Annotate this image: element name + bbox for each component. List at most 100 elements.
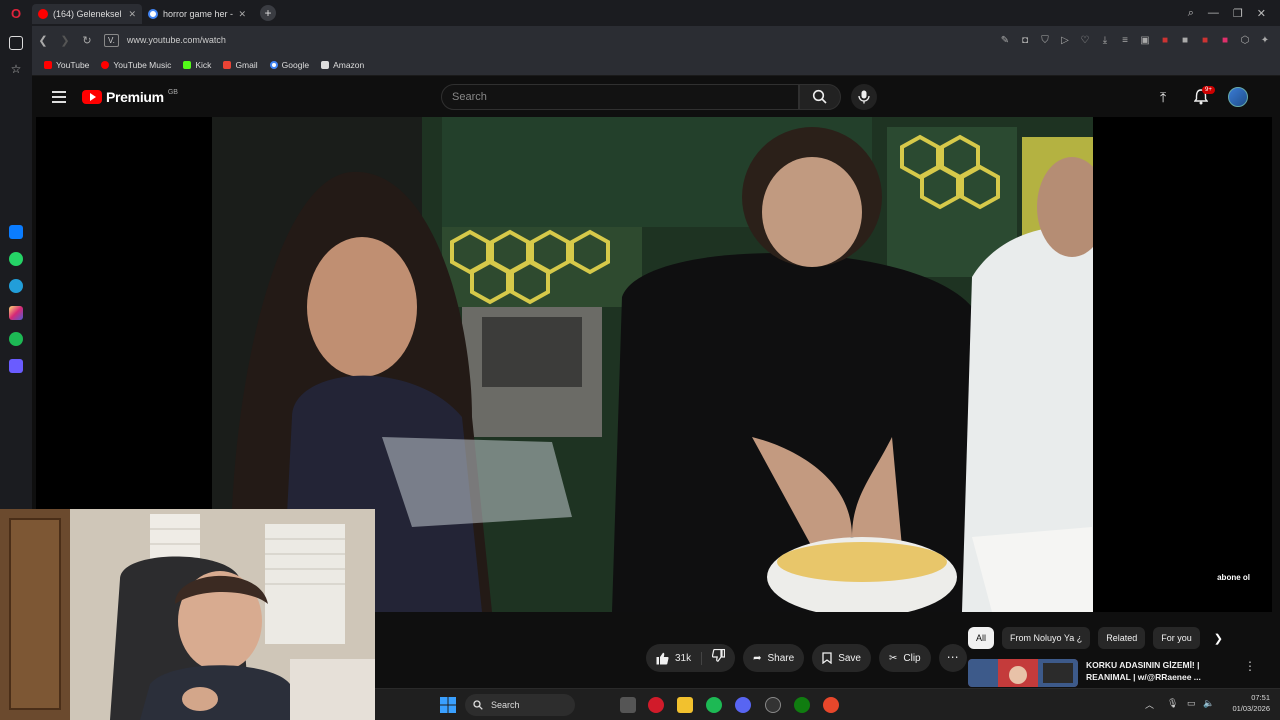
recommended-video-title[interactable]: KORKU ADASININ GİZEMİ! | REANIMAL | w/@R… [1086,659,1236,687]
opera-icon[interactable] [648,697,664,713]
url-field[interactable]: www.youtube.com/watch [127,35,1000,45]
like-button[interactable]: 31k [646,651,703,665]
menu-icon[interactable] [52,91,66,103]
camera-icon[interactable]: ◘ [1020,35,1030,46]
ai-icon[interactable]: ✦ [1260,35,1270,46]
chip-for-you[interactable]: For you [1153,627,1200,649]
more-options-icon[interactable]: ⋮ [1244,659,1256,687]
home-icon[interactable] [9,36,23,50]
messenger-icon[interactable] [9,225,23,239]
close-tab-icon[interactable]: ✕ [128,9,136,20]
spotify-icon[interactable] [706,697,722,713]
download-icon[interactable]: ⤓ [1100,35,1110,46]
like-dislike-group: 31k [646,644,736,672]
bookmark-youtube[interactable]: YouTube [44,60,89,70]
create-upload-icon[interactable]: ⤒ [1160,89,1166,106]
video-actions: 31k ➦ Share Save ✂ Clip ⋯ [646,643,967,673]
dislike-button[interactable] [702,648,735,667]
search-button[interactable] [799,84,841,110]
search-input[interactable]: Search [441,84,799,110]
xbox-icon[interactable] [794,697,810,713]
volume-icon[interactable]: 🔈 [1203,698,1214,709]
share-button[interactable]: ➦ Share [743,644,805,672]
extension-icon[interactable]: ■ [1160,35,1170,46]
youtube-logo[interactable]: Premium GB [82,89,178,105]
opera-logo-icon[interactable]: O [0,0,32,26]
recommended-video[interactable]: KORKU ADASININ GİZEMİ! | REANIMAL | w/@R… [968,659,1258,687]
spotify-icon[interactable] [9,332,23,346]
chevron-right-icon[interactable]: ❯ [1214,632,1223,645]
youtube-header: Premium GB Search ⤒ 9+ [36,77,1272,117]
search-tabs-icon[interactable]: ⌕ [1188,7,1194,20]
chip-from-channel[interactable]: From Noluyo Ya ¿ [1002,627,1091,649]
close-tab-icon[interactable]: ✕ [238,9,246,20]
thumbnail-image [968,659,1078,687]
steam-icon[interactable] [765,697,781,713]
bookmark-kick[interactable]: Kick [183,60,211,70]
thumbs-up-icon [656,652,669,664]
player-icon[interactable] [9,359,23,373]
whatsapp-icon[interactable] [9,252,23,266]
extension-icon[interactable]: ■ [1180,35,1190,46]
star-icon[interactable]: ☆ [9,62,23,76]
bookmark-youtube-music[interactable]: YouTube Music [101,60,171,70]
bookmark-amazon[interactable]: Amazon [321,60,364,70]
lock-icon[interactable]: ▣ [1140,35,1150,46]
country-code: GB [167,88,178,96]
kick-icon [183,60,192,69]
file-explorer-icon[interactable] [677,697,693,713]
voice-search-button[interactable] [851,84,877,110]
chip-related[interactable]: Related [1098,627,1146,649]
extension-icon[interactable]: ■ [1220,35,1230,46]
instagram-icon[interactable] [9,306,23,320]
minimize-icon[interactable]: — [1208,7,1219,19]
vpn-badge[interactable]: V. [104,33,119,47]
new-tab-button[interactable]: + [260,5,276,21]
chip-all[interactable]: All [968,627,995,649]
window-controls: ⌕ — ❐ ✕ [1188,0,1280,26]
account-avatar[interactable] [1228,87,1248,107]
address-bar: ❮ ❯ ↻ V. www.youtube.com/watch ✎ ◘ ⛉ ▷ ♡… [32,26,1280,54]
windows-logo-icon [440,697,456,713]
back-icon[interactable]: ❮ [32,34,54,47]
subscribe-watermark[interactable]: abone ol [1217,574,1250,582]
puzzle-icon[interactable]: ⬡ [1240,35,1250,46]
google-icon [269,60,278,69]
telegram-icon[interactable] [9,279,23,293]
edit-icon[interactable]: ✎ [1000,35,1010,46]
windows-start-icon[interactable] [440,697,456,713]
maximize-icon[interactable]: ❐ [1233,7,1243,20]
google-favicon-icon [148,9,158,19]
taskbar-search[interactable]: Search [465,694,575,716]
tab-google[interactable]: horror game her - Google ✕ [142,4,252,24]
bookmark-google[interactable]: Google [269,60,309,70]
youtube-play-icon [82,90,102,104]
tab-title: (164) Geleneksel Sahura D [53,9,123,19]
discord-icon[interactable] [735,697,751,713]
menu-icon[interactable]: ≡ [1120,35,1130,46]
notification-badge: 9+ [1202,86,1215,94]
save-button[interactable]: Save [812,644,871,672]
share-label: Share [767,652,795,664]
microphone-icon[interactable]: 🎙 [1167,698,1178,709]
forward-icon[interactable]: ❯ [54,34,76,47]
extension-icon[interactable]: ■ [1200,35,1210,46]
network-icon[interactable]: ▭ [1187,698,1196,709]
play-icon[interactable]: ▷ [1060,35,1070,46]
bookmark-gmail[interactable]: Gmail [223,60,258,70]
logo-text: Premium [106,89,164,105]
scissors-icon: ✂ [889,652,898,664]
task-view-icon[interactable] [620,697,636,713]
more-actions-button[interactable]: ⋯ [938,644,967,672]
chevron-up-icon[interactable]: ︿ [1145,698,1154,711]
clip-button[interactable]: ✂ Clip [879,644,931,672]
close-window-icon[interactable]: ✕ [1257,7,1266,20]
heart-icon[interactable]: ♡ [1080,35,1090,46]
shield-icon[interactable]: ⛉ [1040,35,1050,46]
reload-icon[interactable]: ↻ [76,34,98,47]
webcam-feed [0,509,375,720]
tab-youtube[interactable]: (164) Geleneksel Sahura D ✕ [32,4,142,24]
app-icon[interactable] [823,697,839,713]
video-thumbnail[interactable] [968,659,1078,687]
system-clock[interactable]: 07:51 01/03/2026 [1232,692,1270,714]
